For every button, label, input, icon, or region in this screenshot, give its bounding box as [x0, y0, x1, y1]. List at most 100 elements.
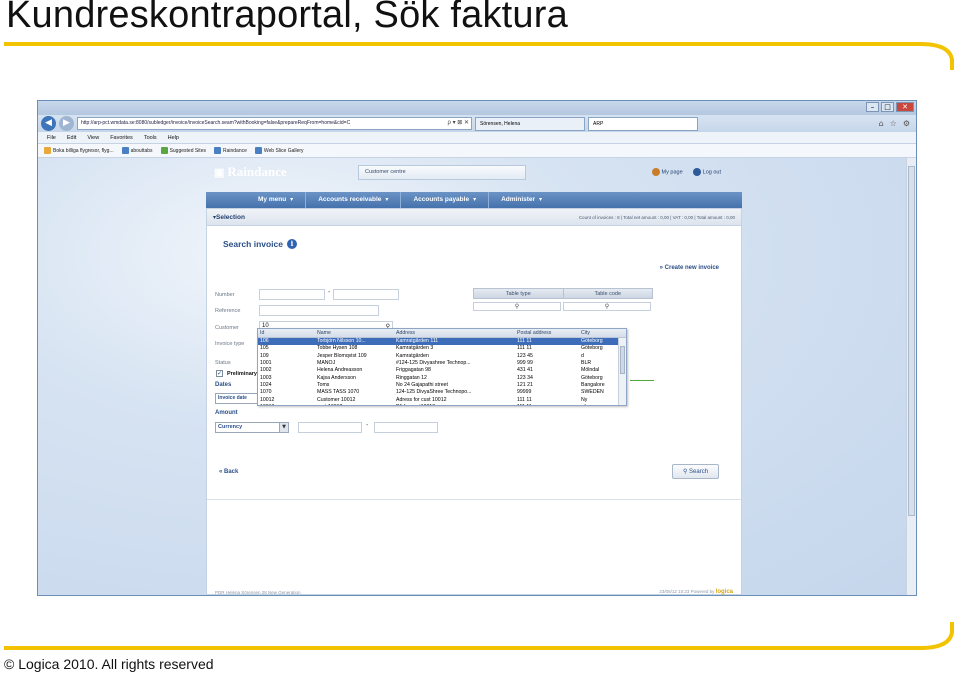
- favorite-item[interactable]: Suggested Sites: [160, 144, 206, 157]
- back-arrow-icon[interactable]: ◀: [41, 116, 56, 131]
- maximize-icon[interactable]: □: [881, 102, 894, 112]
- tab-sorensen[interactable]: Sörensen, Helena: [475, 116, 585, 131]
- dropdown-cell: Torbjörn Nilsson 10...: [317, 338, 366, 344]
- dropdown-cell: 111 11: [515, 404, 579, 405]
- title-underline: [4, 42, 954, 70]
- panel-footer-powered: 23/05/12 10:23 Powered by logica: [659, 589, 733, 595]
- table-code-search[interactable]: ⚲: [563, 302, 651, 311]
- search-button[interactable]: ⚲ Search: [672, 464, 719, 479]
- browser-menubar: File Edit View Favorites Tools Help: [38, 132, 916, 144]
- favorite-item[interactable]: Web Slice Gallery: [254, 144, 304, 157]
- address-bar[interactable]: http://arp-pct.wmdata.se:8080/subledger/…: [77, 117, 472, 130]
- menu-favorites[interactable]: Favorites: [110, 132, 133, 143]
- reference-input[interactable]: [259, 305, 379, 316]
- dropdown-cell: Kamratgården 3: [396, 345, 434, 352]
- dropdown-cell: d: [581, 352, 584, 359]
- browser-titlebar: – □ ✕: [38, 101, 916, 115]
- dropdown-cell: PA for cust10013: [394, 404, 515, 405]
- menu-file[interactable]: File: [47, 132, 56, 143]
- logo-mark-icon: ▣: [214, 166, 225, 179]
- dropdown-row[interactable]: 1002 Helena Andreasson Friggagatan 98 431 4…: [258, 367, 626, 374]
- favorite-item[interactable]: abouttabs: [121, 144, 153, 157]
- nav-my-menu[interactable]: My menu: [246, 192, 305, 208]
- dropdown-cell: #124-125 Divyashree Technop...: [396, 360, 471, 367]
- back-link[interactable]: « Back: [219, 469, 238, 475]
- dropdown-row[interactable]: 105 Tobbe Hysen 108 Kamratgården 3 111 11 Gö…: [258, 345, 626, 352]
- nav-administer[interactable]: Administer: [489, 192, 554, 208]
- dropdown-row[interactable]: 10013cust 10013PA for cust10013111 11cit…: [258, 404, 626, 405]
- my-page-link[interactable]: My page: [651, 168, 683, 176]
- dropdown-cell: SWEDEN: [581, 389, 604, 396]
- dropdown-scrollbar[interactable]: [618, 338, 626, 405]
- dropdown-cell: 123 34: [517, 374, 533, 381]
- search-panel: Selection Count of invoices : 8 | Total …: [206, 208, 742, 595]
- amount-to-input[interactable]: [374, 422, 438, 433]
- favorites-star-icon[interactable]: ☆: [890, 119, 897, 128]
- home-icon[interactable]: ⌂: [879, 119, 884, 128]
- invoice-type-label: Invoice type: [215, 341, 245, 347]
- settings-gear-icon[interactable]: ⚙: [903, 119, 910, 128]
- col-id: Id: [260, 330, 265, 336]
- dropdown-cell: Göteborg: [581, 345, 603, 352]
- minimize-icon[interactable]: –: [866, 102, 879, 112]
- dropdown-cell: 1001: [260, 360, 272, 367]
- dropdown-cell: Ringgatan 12: [396, 374, 427, 381]
- table-type-code-header: Table type Table code: [473, 288, 653, 299]
- divider: [207, 499, 741, 500]
- dropdown-row[interactable]: 1003 Kajsa Andersson Ringgatan 12 123 34 Göt…: [258, 375, 626, 382]
- dropdown-cell: Customer 10012: [317, 396, 356, 403]
- info-icon[interactable]: i: [287, 239, 298, 249]
- nav-accounts-receivable[interactable]: Accounts receivable: [306, 192, 400, 208]
- forward-arrow-icon[interactable]: ▶: [59, 116, 74, 131]
- dropdown-row[interactable]: 1070 MASS TASS 1070 124-125 DivyaShree Tec…: [258, 389, 626, 396]
- dropdown-cell: Bangalore: [581, 382, 605, 389]
- menu-edit[interactable]: Edit: [67, 132, 76, 143]
- menu-tools[interactable]: Tools: [144, 132, 157, 143]
- scrollbar-thumb[interactable]: [908, 166, 915, 516]
- menu-help[interactable]: Help: [168, 132, 179, 143]
- dropdown-cell: Göteborg: [581, 338, 603, 344]
- menu-view[interactable]: View: [87, 132, 99, 143]
- page-viewport: ▣ Raindance Customer centre My page Log …: [38, 158, 907, 595]
- customer-dropdown[interactable]: Id Name Address Postal address City 106 T…: [257, 328, 627, 406]
- dropdown-cell: 431 41: [517, 367, 533, 374]
- favorite-item[interactable]: Boka billiga flygresor, flyg...: [44, 144, 114, 157]
- dropdown-cell: MANOJ: [317, 360, 336, 367]
- customer-centre-field[interactable]: Customer centre: [358, 165, 526, 180]
- dropdown-cell: Helena Andreasson: [317, 367, 363, 374]
- main-navigation: My menu Accounts receivable Accounts pay…: [206, 192, 742, 208]
- tab-arp[interactable]: ARP: [588, 116, 698, 131]
- dropdown-row[interactable]: 10012 Customer 10012 Adress for cust 10012…: [258, 397, 626, 404]
- dropdown-cell: 124-125 DivyaShree Technopo...: [396, 389, 472, 396]
- dropdown-row[interactable]: 106 Torbjörn Nilsson 10... Kamratgården 11…: [258, 338, 626, 346]
- dates-label: Dates: [215, 382, 232, 388]
- search-icon: ⚲: [682, 468, 688, 475]
- log-out-link[interactable]: Log out: [692, 168, 721, 176]
- number-from-input[interactable]: [259, 289, 325, 300]
- amount-from-input[interactable]: [298, 422, 362, 433]
- currency-select[interactable]: Currency ▼: [215, 422, 289, 433]
- dropdown-row[interactable]: 1001 MANOJ #124-125 Divyashree Technop... 9…: [258, 360, 626, 367]
- address-tools-icons[interactable]: ρ ▾ ⊠ ✕: [448, 118, 469, 129]
- preliminary-checkbox[interactable]: ✓: [216, 370, 223, 377]
- page-scrollbar[interactable]: [906, 158, 916, 595]
- close-icon[interactable]: ✕: [896, 102, 914, 112]
- nav-accounts-payable[interactable]: Accounts payable: [401, 192, 488, 208]
- table-type-search[interactable]: ⚲: [473, 302, 561, 311]
- favorite-item[interactable]: Raindance: [213, 144, 247, 157]
- dropdown-cell: Tobbe Hysen 108: [317, 345, 358, 352]
- col-city: City: [581, 330, 590, 336]
- number-to-input[interactable]: [333, 289, 399, 300]
- dropdown-row[interactable]: 1024 Toms No 24 Gajapathi street 121 21 Bang…: [258, 382, 626, 389]
- create-invoice-link[interactable]: » Create new invoice: [660, 265, 719, 271]
- page-icon: [121, 147, 129, 154]
- dropdown-cell: 1070: [260, 389, 272, 396]
- col-name: Name: [317, 330, 331, 336]
- dropdown-row[interactable]: 109 Jesper Blomqvist 109 Kamratgården 123 4…: [258, 353, 626, 360]
- table-type-header: Table type: [505, 291, 531, 297]
- dropdown-cell: Kamratgården 111: [396, 338, 439, 344]
- invoice-totals: Count of invoices : 8 | Total net amount…: [578, 215, 735, 220]
- dropdown-cell: Mölndal: [581, 367, 600, 374]
- dropdown-cell: 109: [260, 352, 269, 359]
- selection-toggle[interactable]: Selection: [213, 209, 245, 226]
